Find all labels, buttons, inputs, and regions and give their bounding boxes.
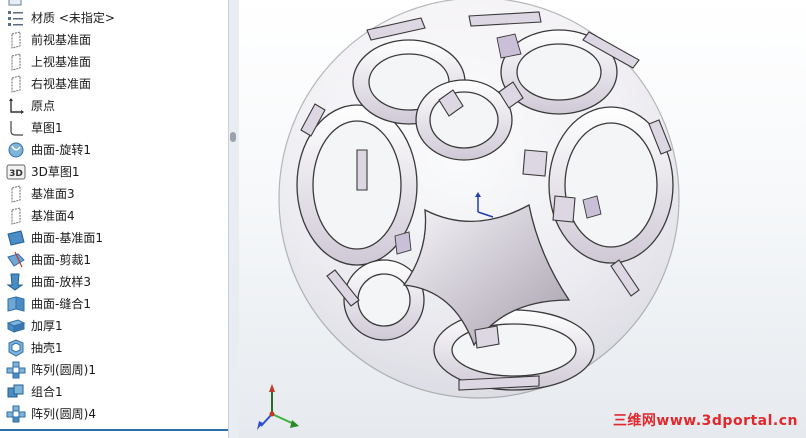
sketch-icon [10,121,23,136]
tree-item-label: 前视基准面 [31,33,92,47]
circular-pattern-icon [6,405,26,423]
tree-item-origin[interactable]: 原点 [0,95,228,117]
tree-item-label: 加厚1 [31,319,63,333]
tree-item-loft-surface3[interactable]: 曲面-放样3 [0,271,228,293]
tree-item-3d-sketch1[interactable]: 3D 3D草图1 [0,161,228,183]
tree-item-right-plane[interactable]: 右视基准面 [0,73,228,95]
tree-bottom-divider [0,429,228,431]
revolve-surface-icon [8,142,24,158]
loft-surface-icon [6,273,24,291]
tree-item-label: 曲面-旋转1 [31,143,91,157]
tree-item-label: 基准面4 [31,209,75,223]
tree-item-top-plane[interactable]: 上视基准面 [0,51,228,73]
tree-item-label: 上视基准面 [31,55,92,69]
tree-item-label: 3D草图1 [31,165,80,179]
tree-item-circular-pattern1[interactable]: 阵列(圆周)1 [0,359,228,381]
hollow-sphere-model[interactable] [239,0,806,438]
shell-icon [8,339,24,357]
tree-item-thicken1[interactable]: 加厚1 [0,315,228,337]
watermark-text: 三维网www.3dportal.cn [612,413,798,429]
trim-surface-icon [7,251,25,268]
tree-item-shell1[interactable]: 抽壳1 [0,337,228,359]
plane-icon [11,185,21,203]
plane-icon [11,31,21,49]
origin-icon [9,98,24,114]
3d-sketch-icon: 3D [6,164,26,180]
tree-item-trim-surface1[interactable]: 曲面-剪裁1 [0,249,228,271]
tree-item-plane3[interactable]: 基准面3 [0,183,228,205]
tree-item-front-plane[interactable]: 前视基准面 [0,29,228,51]
tree-item-label: 曲面-基准面1 [31,231,103,245]
plane-icon [11,53,21,71]
tree-item-label: 曲面-缝合1 [31,297,91,311]
thicken-icon [6,319,26,333]
tree-item-planar-surface1[interactable]: 曲面-基准面1 [0,227,228,249]
plane-icon [11,75,21,93]
tree-item-knit-surface1[interactable]: 曲面-缝合1 [0,293,228,315]
feature-manager-tree: 材质 <未指定> 前视基准面 上视基准面 右视基准面 原点 草图1 曲面-旋转1… [0,0,228,438]
knit-surface-icon [7,296,25,312]
tree-item-label: 原点 [31,99,56,113]
planar-surface-icon [7,230,25,246]
tree-item-label: 基准面3 [31,187,75,201]
svg-text:3D: 3D [9,169,23,179]
splitter-grip-icon[interactable] [230,132,236,142]
tree-item-label: 曲面-剪裁1 [31,253,91,267]
view-orientation-triad-icon [257,384,299,430]
tree-item-label: 草图1 [31,121,63,135]
tree-item-material[interactable]: 材质 <未指定> [0,7,228,29]
tree-item-label: 组合1 [31,385,63,399]
tree-item-label: 右视基准面 [31,77,92,91]
combine-icon [7,384,24,398]
tree-item-plane4[interactable]: 基准面4 [0,205,228,227]
tree-item-label: 阵列(圆周)4 [31,407,96,421]
tree-item-label: 曲面-放样3 [31,275,91,289]
tree-item-label: 阵列(圆周)1 [31,363,96,377]
tree-item-circular-pattern4[interactable]: 阵列(圆周)4 [0,403,228,425]
tree-item-surface-revolve1[interactable]: 曲面-旋转1 [0,139,228,161]
tree-item-label: 材质 <未指定> [31,11,115,25]
tree-item-combine1[interactable]: 组合1 [0,381,228,403]
plane-icon [11,207,21,225]
tree-item-label: 抽壳1 [31,341,63,355]
circular-pattern-icon [6,361,26,379]
material-icon [8,11,23,26]
graphics-viewport[interactable]: 三维网www.3dportal.cn [239,0,806,438]
tree-item-sketch1[interactable]: 草图1 [0,117,228,139]
